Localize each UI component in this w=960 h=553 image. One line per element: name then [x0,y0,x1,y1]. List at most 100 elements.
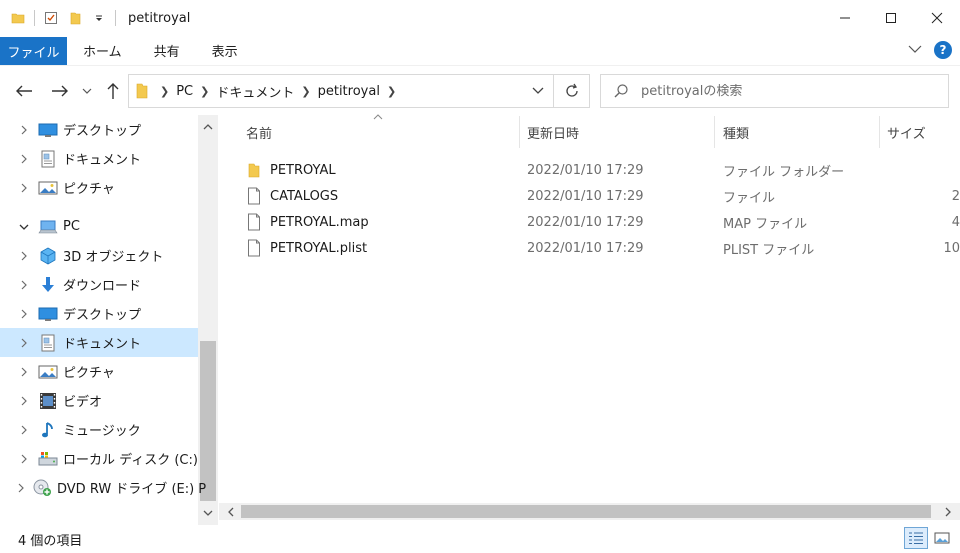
chevron-right-icon[interactable] [18,367,30,377]
minimize-button[interactable] [822,0,868,36]
breadcrumb: ❯ PC ❯ ドキュメント ❯ petitroyal ❯ [129,82,523,101]
file-row[interactable]: CATALOGS 2022/01/10 17:29 ファイル 2 [238,183,960,209]
nav-item[interactable]: 3D オブジェクト [0,241,198,270]
chevron-right-icon[interactable] [18,154,30,164]
large-icons-view-button[interactable] [930,527,954,549]
breadcrumb-chevron-icon[interactable]: ❯ [387,85,396,98]
folder-icon[interactable] [10,10,26,26]
breadcrumb-item-documents[interactable]: ドキュメント [216,82,294,101]
back-button[interactable] [12,78,36,104]
breadcrumb-chevron-icon[interactable]: ❯ [160,85,169,98]
window-title: petitroyal [128,10,191,26]
chevron-right-icon[interactable] [18,309,30,319]
arrow-right-icon [52,85,68,97]
nav-item-label: ミュージック [63,424,141,439]
file-icon [246,187,262,205]
search-box[interactable] [600,74,949,108]
ribbon-tabs: ファイル ホーム 共有 表示 ? [0,36,960,66]
documents-icon [38,334,58,352]
nav-item[interactable]: PC [0,212,198,241]
column-header-size[interactable]: サイズ [887,116,957,148]
column-divider[interactable] [714,116,715,148]
nav-item-label: ピクチャ [63,182,115,197]
nav-item[interactable]: ローカル ディスク (C:) [0,444,198,473]
nav-item-label: DVD RW ドライブ (E:) P [57,482,207,497]
chevron-right-icon[interactable] [18,251,30,261]
scroll-up-arrow-icon[interactable] [198,117,218,137]
nav-item-label: PC [63,219,80,234]
chevron-down-icon[interactable] [18,224,30,230]
scrollbar-thumb[interactable] [241,505,931,518]
arrow-left-icon [16,85,32,97]
nav-item-label: ドキュメント [63,153,142,168]
tab-home[interactable]: ホーム [67,37,138,65]
column-divider[interactable] [519,116,520,148]
breadcrumb-item-petitroyal[interactable]: petitroyal [318,84,380,99]
breadcrumb-chevron-icon[interactable]: ❯ [200,85,209,98]
nav-item[interactable]: ダウンロード [0,270,198,299]
refresh-button[interactable] [553,75,589,107]
address-history-dropdown[interactable] [523,75,553,107]
nav-item[interactable]: ドキュメント [0,328,198,357]
scroll-left-arrow-icon[interactable] [221,503,241,520]
chevron-right-icon[interactable] [18,396,30,406]
chevron-right-icon[interactable] [18,425,30,435]
column-header-date[interactable]: 更新日時 [527,116,713,148]
arrow-up-icon [107,83,119,99]
column-header-type[interactable]: 種類 [723,116,879,148]
maximize-button[interactable] [868,0,914,36]
tab-view[interactable]: 表示 [196,37,254,65]
close-button[interactable] [914,0,960,36]
file-row[interactable]: PETROYAL 2022/01/10 17:29 ファイル フォルダー [238,157,960,183]
chevron-right-icon[interactable] [18,338,30,348]
file-row[interactable]: PETROYAL.map 2022/01/10 17:29 MAP ファイル 4 [238,209,960,235]
new-folder-icon[interactable] [67,10,83,26]
customize-toolbar-icon[interactable] [91,10,107,26]
file-name: PETROYAL [270,162,336,178]
scrollbar-thumb[interactable] [200,341,216,501]
nav-item[interactable]: ミュージック [0,415,198,444]
up-button[interactable] [102,78,124,104]
toolbar-divider [34,10,35,26]
recent-locations-button[interactable] [80,78,94,104]
breadcrumb-item-pc[interactable]: PC [176,84,193,99]
forward-button[interactable] [48,78,72,104]
properties-icon[interactable] [43,10,59,26]
nav-item[interactable]: DVD RW ドライブ (E:) P [0,473,206,502]
tab-file[interactable]: ファイル [0,37,67,65]
search-input[interactable] [641,83,921,99]
nav-item[interactable]: ピクチャ [0,357,198,386]
details-view-button[interactable] [904,527,928,549]
nav-item[interactable]: ビデオ [0,386,198,415]
column-header-name[interactable]: 名前 [246,116,518,148]
chevron-right-icon[interactable] [18,183,30,193]
expand-ribbon-icon[interactable] [908,43,922,58]
chevron-right-icon[interactable] [18,280,30,290]
file-row[interactable]: PETROYAL.plist 2022/01/10 17:29 PLIST ファイル… [238,235,960,261]
address-row: ❯ PC ❯ ドキュメント ❯ petitroyal ❯ [0,70,960,112]
chevron-right-icon[interactable] [18,454,30,464]
nav-item[interactable]: ドキュメント [0,144,198,173]
folder-icon [246,161,262,179]
scroll-down-arrow-icon[interactable] [198,503,218,523]
title-bar: petitroyal [0,0,960,36]
file-list-horizontal-scrollbar[interactable] [219,503,960,520]
file-type: MAP ファイル [723,216,808,232]
pc-icon [38,218,58,236]
column-divider[interactable] [879,116,880,148]
chevron-right-icon[interactable] [18,125,30,135]
nav-item[interactable]: デスクトップ [0,299,198,328]
breadcrumb-chevron-icon[interactable]: ❯ [301,85,310,98]
nav-item[interactable]: ピクチャ [0,173,198,202]
scroll-right-arrow-icon[interactable] [938,503,958,520]
file-date: 2022/01/10 17:29 [527,240,644,256]
file-name-cell: PETROYAL.map [246,209,369,235]
nav-item[interactable]: デスクトップ [0,115,198,144]
tab-share[interactable]: 共有 [138,37,196,65]
chevron-right-icon[interactable] [18,483,24,493]
quick-access-toolbar: petitroyal [0,0,190,36]
address-bar[interactable]: ❯ PC ❯ ドキュメント ❯ petitroyal ❯ [128,74,590,108]
nav-item-label: ローカル ディスク (C:) [63,453,198,468]
navigation-pane-scrollbar[interactable] [198,115,218,525]
help-button[interactable]: ? [934,41,952,59]
